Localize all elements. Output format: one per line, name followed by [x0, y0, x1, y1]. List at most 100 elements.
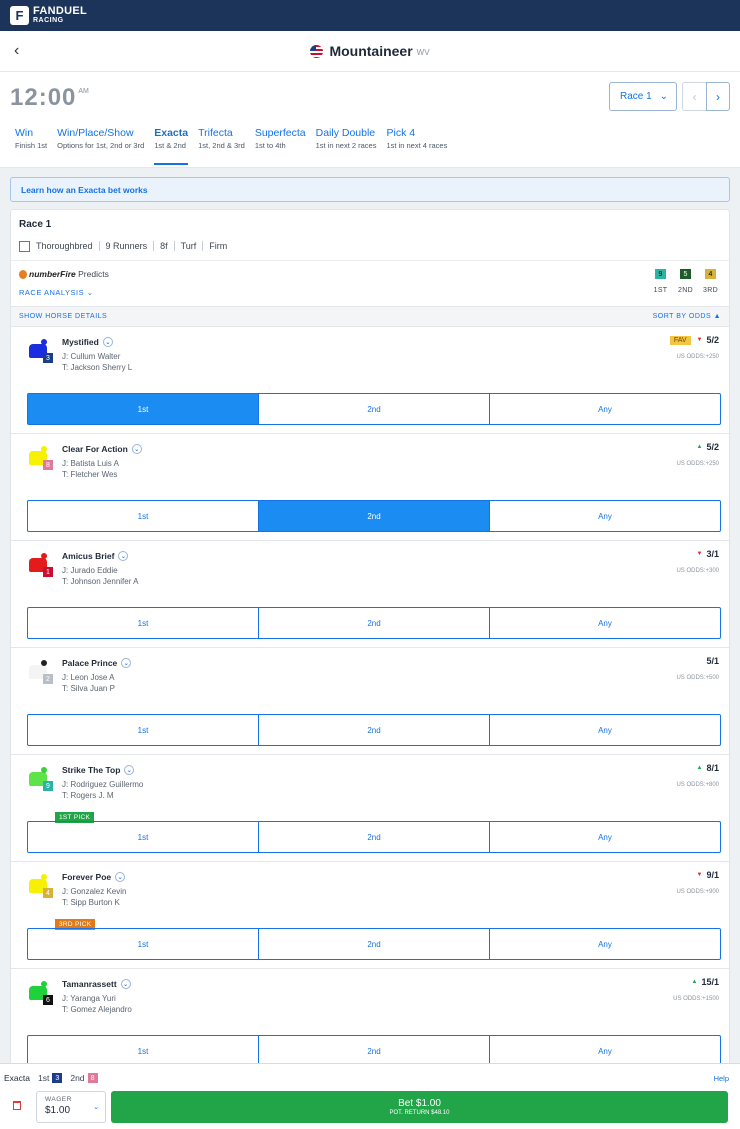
us-odds: US ODDS:+300 — [676, 568, 719, 574]
select-any-button[interactable]: Any — [490, 715, 720, 745]
position-buttons: 1st 2nd Any — [27, 821, 721, 853]
us-odds: US ODDS:+500 — [676, 675, 719, 681]
horse-details-bar: SHOW HORSE DETAILS SORT BY ODDS ▲ — [11, 306, 729, 327]
chevron-down-icon: ⌄ — [102, 337, 113, 347]
runner-row: 2 Palace Prince ⌄ J: Leon Jose A T: Silva… — [11, 648, 729, 755]
track-header: ‹ Mountaineer WV — [0, 31, 740, 72]
tab-win[interactable]: Win Finish 1st — [15, 124, 47, 167]
race-runners: 9 Runners — [105, 241, 148, 251]
predicted-pick: 9 1ST — [652, 269, 669, 294]
select-any-button[interactable]: Any — [490, 608, 720, 638]
pick-position: 2ND — [678, 287, 693, 294]
trainer-name: T: Gomez Alejandro — [62, 1005, 132, 1014]
fanduel-logo[interactable]: F FANDUEL RACING — [10, 4, 88, 25]
select-any-button[interactable]: Any — [490, 394, 720, 424]
jockey-name: J: Rodriguez Guillermo — [62, 780, 144, 789]
select-1st-button[interactable]: 1st — [28, 394, 259, 424]
race-surface: Turf — [180, 241, 197, 251]
position-2nd: 2nd 8 — [70, 1073, 98, 1083]
learn-exacta-link[interactable]: Learn how an Exacta bet works — [10, 177, 730, 202]
bet-amount-label: Bet $1.00 — [398, 1098, 441, 1109]
jockey-name: J: Jurado Eddie — [62, 566, 118, 575]
brand-name: FANDUEL — [33, 4, 88, 17]
predicted-pick: 4 3RD — [702, 269, 719, 294]
race-distance: 8f — [160, 241, 168, 251]
tab-exacta[interactable]: Exacta 1st & 2nd — [154, 124, 189, 165]
next-race-button[interactable]: › — [706, 82, 730, 111]
select-2nd-button[interactable]: 2nd — [259, 822, 490, 852]
program-number: 9 — [43, 781, 53, 791]
race-breed: Thoroughbred — [36, 241, 93, 251]
select-2nd-button[interactable]: 2nd — [259, 394, 490, 424]
horse-name[interactable]: Amicus Brief ⌄ — [62, 551, 129, 561]
us-flag-icon — [310, 44, 324, 58]
predicted-picks: 9 1ST 5 2ND 4 3RD — [652, 269, 719, 294]
place-bet-button[interactable]: Bet $1.00 POT. RETURN $48.10 — [111, 1091, 728, 1123]
position-buttons: 1st 2nd Any — [27, 928, 721, 960]
select-1st-button[interactable]: 1st — [28, 608, 259, 638]
select-1st-button[interactable]: 1st — [28, 1036, 259, 1066]
track-name: Mountaineer — [329, 43, 413, 59]
back-icon[interactable]: ‹ — [14, 42, 19, 60]
tab-sublabel: 1st in next 4 races — [386, 141, 448, 150]
chevron-down-icon: ⌄ — [131, 444, 142, 454]
horse-name[interactable]: Palace Prince ⌄ — [62, 658, 132, 668]
runner-row: 1 Amicus Brief ⌄ J: Jurado Eddie T: Johns… — [11, 541, 729, 648]
select-2nd-button[interactable]: 2nd — [259, 501, 490, 531]
tab-sublabel: 1st in next 2 races — [315, 141, 377, 150]
select-2nd-button[interactable]: 2nd — [259, 1036, 490, 1066]
brand-subname: RACING — [33, 16, 64, 24]
jockey-name: J: Leon Jose A — [62, 673, 115, 682]
position-1st: 1st 3 — [38, 1073, 63, 1083]
morning-line-odds: ▲ 15/1 — [691, 977, 719, 987]
tab-daily-double[interactable]: Daily Double 1st in next 2 races — [316, 124, 377, 167]
race-select-label: Race 1 — [620, 91, 652, 102]
pick-number: 9 — [655, 269, 666, 279]
jockey-name: J: Yaranga Yuri — [62, 994, 116, 1003]
help-link[interactable]: Help — [714, 1074, 729, 1083]
morning-line-odds: 5/1 — [706, 656, 719, 666]
select-1st-button[interactable]: 1st — [28, 822, 259, 852]
wager-select[interactable]: WAGER $1.00 ⌄ — [36, 1091, 106, 1123]
tab-pick-4[interactable]: Pick 4 1st in next 4 races — [386, 124, 447, 167]
predicts-label: Predicts — [78, 269, 109, 279]
select-any-button[interactable]: Any — [490, 822, 720, 852]
trainer-name: T: Jackson Sherry L — [62, 363, 133, 372]
morning-line-odds: ▼ 9/1 — [696, 870, 719, 880]
tab-win-place-show[interactable]: Win/Place/Show Options for 1st, 2nd or 3r… — [57, 124, 144, 167]
select-2nd-button[interactable]: 2nd — [259, 929, 490, 959]
pick-number: 4 — [705, 269, 716, 279]
us-odds: US ODDS:+800 — [676, 782, 719, 788]
runner-row: 8 Clear For Action ⌄ J: Batista Luis A T:… — [11, 434, 729, 541]
sort-by-odds-toggle[interactable]: SORT BY ODDS ▲ — [653, 313, 721, 320]
horse-name[interactable]: Mystified ⌄ — [62, 337, 113, 347]
race-select[interactable]: Race 1 ⌄ — [609, 82, 677, 111]
horse-name[interactable]: Clear For Action ⌄ — [62, 444, 142, 454]
bet-type-tabs: Win Finish 1st Win/Place/Show Options for 1… — [0, 124, 740, 168]
horse-name[interactable]: Tamanrassett ⌄ — [62, 979, 131, 989]
race-analysis-toggle[interactable]: RACE ANALYSIS ⌄ — [19, 288, 94, 297]
select-2nd-button[interactable]: 2nd — [259, 715, 490, 745]
pick-position: 3RD — [703, 287, 718, 294]
select-1st-button[interactable]: 1st — [28, 929, 259, 959]
odds-trend-icon: ▼ — [696, 337, 703, 343]
prev-race-button[interactable]: ‹ — [682, 82, 706, 111]
select-any-button[interactable]: Any — [490, 1036, 720, 1066]
select-1st-button[interactable]: 1st — [28, 715, 259, 745]
select-any-button[interactable]: Any — [490, 501, 720, 531]
select-any-button[interactable]: Any — [490, 929, 720, 959]
select-2nd-button[interactable]: 2nd — [259, 608, 490, 638]
chevron-down-icon: ⌄ — [120, 979, 131, 989]
show-horse-details-toggle[interactable]: SHOW HORSE DETAILS — [19, 313, 107, 320]
horse-name[interactable]: Forever Poe ⌄ — [62, 872, 126, 882]
race-meta: Thoroughbred 9 Runners 8f Turf Firm — [11, 230, 729, 254]
runner-list: 3 Mystified ⌄ J: Cullum Walter T: Jackson… — [11, 327, 729, 1076]
tab-sublabel: Finish 1st — [15, 141, 48, 150]
odds-trend-icon: ▲ — [696, 444, 703, 450]
trash-icon[interactable] — [13, 1101, 21, 1110]
shield-logo-icon: F — [10, 6, 29, 25]
horse-name[interactable]: Strike The Top ⌄ — [62, 765, 135, 775]
tab-trifecta[interactable]: Trifecta 1st, 2nd & 3rd — [198, 124, 245, 167]
tab-superfecta[interactable]: Superfecta 1st to 4th — [255, 124, 306, 167]
select-1st-button[interactable]: 1st — [28, 501, 259, 531]
